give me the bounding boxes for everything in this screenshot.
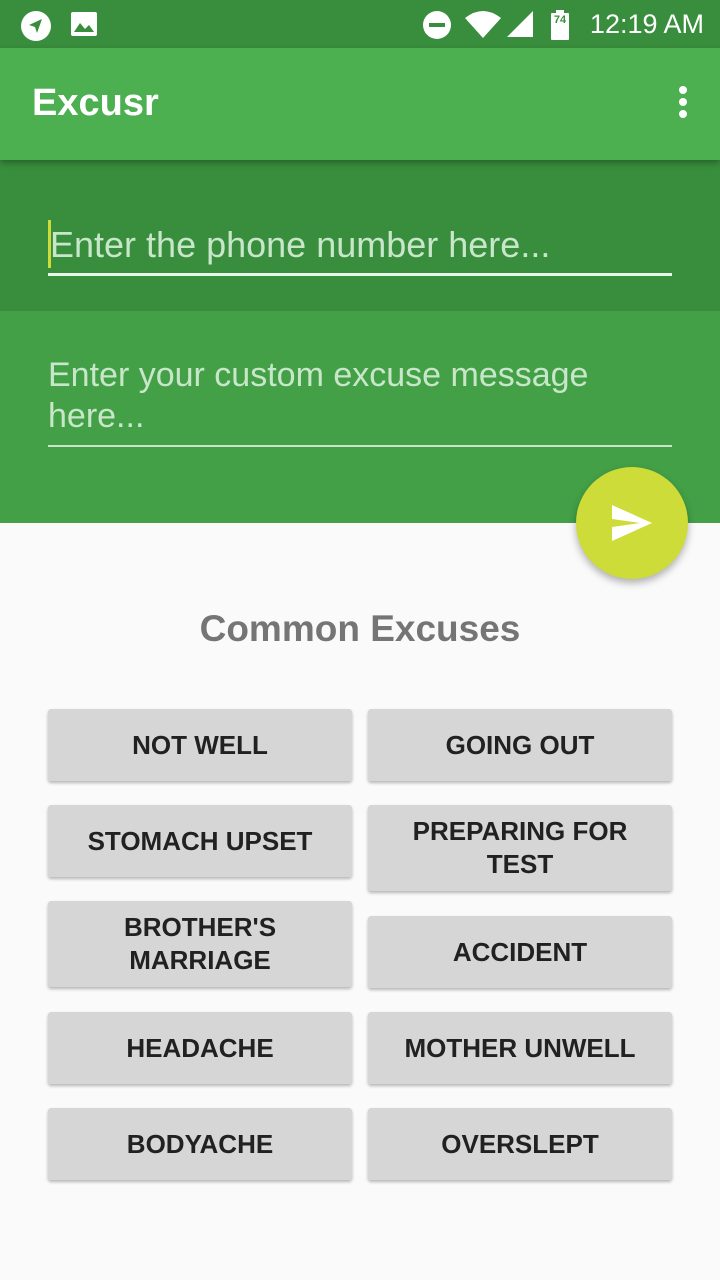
excuse-button-headache[interactable]: HEADACHE (48, 1012, 352, 1084)
excuse-button-preparing-for-test[interactable]: PREPARING FOR TEST (368, 805, 672, 891)
battery-level: 74 (553, 14, 567, 26)
phone-number-input[interactable] (48, 216, 672, 276)
text-cursor (48, 220, 51, 268)
app-bar: Excusr (0, 48, 720, 160)
send-icon (612, 505, 652, 541)
image-icon (71, 12, 97, 36)
excuse-button-stomach-upset[interactable]: STOMACH UPSET (48, 805, 352, 877)
app-title: Excusr (32, 82, 159, 124)
excuse-button-accident[interactable]: ACCIDENT (368, 916, 672, 988)
do-not-disturb-icon (423, 11, 451, 39)
more-vert-icon[interactable] (676, 86, 690, 122)
send-button[interactable] (576, 467, 688, 579)
excuse-button-bodyache[interactable]: BODYACHE (48, 1108, 352, 1180)
excuse-button-brothers-marriage[interactable]: BROTHER'S MARRIAGE (48, 901, 352, 987)
phone-section (0, 160, 720, 311)
section-title: Common Excuses (199, 608, 521, 649)
signal-icon (507, 11, 533, 37)
excuse-button-mother-unwell[interactable]: MOTHER UNWELL (368, 1012, 672, 1084)
navigation-icon (21, 11, 51, 41)
excuse-button-going-out[interactable]: GOING OUT (368, 709, 672, 781)
excuse-button-overslept[interactable]: OVERSLEPT (368, 1108, 672, 1180)
custom-message-input[interactable] (48, 355, 672, 447)
wifi-icon (465, 11, 501, 38)
status-bar: 74 12:19 AM (0, 0, 720, 48)
status-time: 12:19 AM (589, 9, 704, 39)
excuse-button-not-well[interactable]: NOT WELL (48, 709, 352, 781)
